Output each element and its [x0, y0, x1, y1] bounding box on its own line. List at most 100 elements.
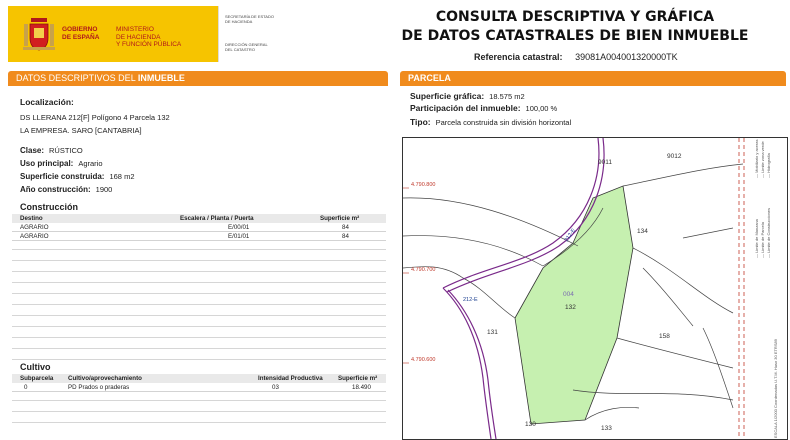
table-header: Destino Escalera / Planta / Puerta Super… [12, 214, 386, 223]
cell-superficie: 84 [342, 224, 349, 231]
cell-subparcela: 0 [24, 384, 28, 391]
col-destino: Destino [20, 215, 43, 222]
direccion-line: DEL CATASTRO [225, 47, 255, 52]
blank-row [12, 263, 386, 272]
coord-ticks [403, 187, 409, 364]
coord-label: 4.790.700 [411, 267, 435, 273]
blank-row [12, 274, 386, 283]
anio-label: Año construcción: [20, 185, 91, 194]
cell-destino: AGRARIO [20, 224, 49, 231]
participacion-label: Participación del inmueble: [410, 103, 521, 113]
tipo-row: Tipo: Parcela construida sin división hor… [410, 117, 571, 127]
title-line-1: CONSULTA DESCRIPTIVA Y GRÁFICA [435, 9, 715, 25]
col-escalera: Escalera / Planta / Puerta [180, 215, 254, 222]
bar-bold: INMUEBLE [137, 73, 185, 83]
coord-label: 4.790.600 [411, 357, 435, 363]
cell-intensidad: 03 [272, 384, 279, 391]
superficie-row: Superficie construida: 168 m2 [20, 172, 135, 181]
uso-value: Agrario [78, 159, 103, 168]
direccion-text: DIRECCIÓN GENERAL DEL CATASTRO [225, 42, 268, 52]
datos-panel: Localización: DS LLERANA 212[F] Polígono… [8, 86, 388, 440]
tipo-value: Parcela construida sin división horizont… [435, 118, 572, 127]
ministry-line: Y FUNCIÓN PÚBLICA [116, 41, 182, 48]
map-footer-text: ESCALA 1/2000 Coordenadas U.T.M. Huso 30… [773, 338, 778, 438]
parcel-label: 133 [601, 425, 612, 432]
blank-row [12, 318, 386, 327]
map-canvas[interactable]: 4.790.800 4.790.700 4.790.600 9011 9012 … [403, 138, 787, 439]
localizacion-line: LA EMPRESA. SARO [CANTABRIA] [20, 126, 142, 135]
anio-row: Año construcción: 1900 [20, 185, 112, 194]
blank-row [12, 285, 386, 294]
parcel-label: 131 [487, 329, 498, 336]
logo-yellow-band: GOBIERNO DE ESPAÑA MINISTERIO DE HACIEND… [8, 6, 218, 62]
gov-text: GOBIERNO DE ESPAÑA [62, 26, 99, 41]
participacion-value: 100,00 % [525, 104, 558, 113]
parcel-label: 9011 [598, 159, 612, 166]
parcel-label: 134 [637, 228, 648, 235]
tipo-label: Tipo: [410, 117, 431, 127]
section-bar-parcela: PARCELA [400, 71, 786, 86]
legend-item: — Limite zona verde [760, 141, 765, 178]
road-label: 212-E [463, 297, 478, 303]
ref-label: Referencia catastral: [474, 52, 563, 62]
superficie-label: Superficie construida: [20, 172, 105, 181]
parcel-label: 9012 [667, 153, 682, 160]
bar-prefix: DATOS DESCRIPTIVOS DEL [16, 73, 138, 83]
blank-row [12, 392, 386, 401]
ministry-text: MINISTERIO DE HACIENDA Y FUNCIÓN PÚBLICA [116, 26, 181, 49]
parcel-label: 158 [659, 333, 670, 340]
cell-destino: AGRARIO [20, 233, 49, 240]
cadastral-map[interactable]: 4.790.800 4.790.700 4.790.600 9011 9012 … [402, 137, 788, 440]
blank-row [12, 351, 386, 360]
coord-label: 4.790.800 [411, 182, 435, 188]
blank-row [12, 307, 386, 316]
gov-line: GOBIERNO [62, 26, 98, 33]
map-legend: — Limite de Manzana — Limite de Parcela … [754, 140, 778, 438]
clase-row: Clase: RÚSTICO [20, 146, 83, 155]
referencia-catastral: Referencia catastral: 39081A004001320000… [474, 52, 678, 62]
cell-escalera: E/00/01 [228, 224, 250, 231]
ref-value[interactable]: 39081A004001320000TK [575, 52, 678, 62]
construccion-title: Construcción [20, 202, 79, 212]
localizacion-line: DS LLERANA 212[F] Polígono 4 Parcela 132 [20, 113, 170, 122]
title-line-2: DE DATOS CATASTRALES DE BIEN INMUEBLE [401, 27, 749, 44]
ministry-line: DE HACIENDA [116, 33, 161, 41]
cultivo-title: Cultivo [20, 362, 51, 372]
table-header: Subparcela Cultivo/aprovechamiento Inten… [12, 374, 386, 383]
bar-label: PARCELA [408, 73, 451, 83]
superficie-value: 168 m2 [109, 172, 135, 181]
superficie-grafica-row: Superficie gráfica: 18.575 m2 [410, 91, 525, 101]
cultivo-table: Subparcela Cultivo/aprovechamiento Inten… [12, 374, 386, 434]
clase-label: Clase: [20, 146, 45, 155]
uso-label: Uso principal: [20, 159, 74, 168]
table-row: AGRARIO E/00/01 84 [12, 223, 386, 232]
col-intensidad: Intensidad Productiva [258, 375, 323, 382]
limit-lines [738, 138, 745, 439]
uso-row: Uso principal: Agrario [20, 159, 103, 168]
section-bar-datos: DATOS DESCRIPTIVOS DEL INMUEBLE [8, 71, 388, 86]
col-cultivo: Cultivo/aprovechamiento [68, 375, 142, 382]
blank-row [12, 252, 386, 261]
sup-grafica-label: Superficie gráfica: [410, 91, 485, 101]
blank-row [12, 340, 386, 349]
coord-labels: 4.790.800 4.790.700 4.790.600 [411, 182, 435, 363]
anio-value: 1900 [95, 185, 113, 194]
legend-item: — Hidrografía [766, 152, 771, 178]
legend-item: — Mobiliario y aceras [754, 140, 759, 178]
blank-row [12, 241, 386, 250]
document-title: CONSULTA DESCRIPTIVA Y GRÁFICA DE DATOS … [400, 8, 750, 45]
logo-white-block: SECRETARÍA DE ESTADO DE HACIENDA DIRECCI… [218, 6, 282, 62]
legend-item: — Limite de Construcciones [766, 208, 771, 258]
legend-item: — Limite de Parcela [760, 221, 765, 258]
blank-row [12, 414, 386, 423]
col-subparcela: Subparcela [20, 375, 54, 382]
ministry-line: MINISTERIO [116, 26, 154, 33]
blank-row [12, 329, 386, 338]
parcel-label: 132 [565, 304, 576, 311]
blank-row [12, 296, 386, 305]
gov-line: DE ESPAÑA [62, 33, 100, 41]
secretaria-text: SECRETARÍA DE ESTADO DE HACIENDA [225, 14, 274, 24]
blank-row [12, 403, 386, 412]
coat-of-arms-icon [23, 18, 55, 51]
sup-grafica-value: 18.575 m2 [489, 92, 525, 101]
